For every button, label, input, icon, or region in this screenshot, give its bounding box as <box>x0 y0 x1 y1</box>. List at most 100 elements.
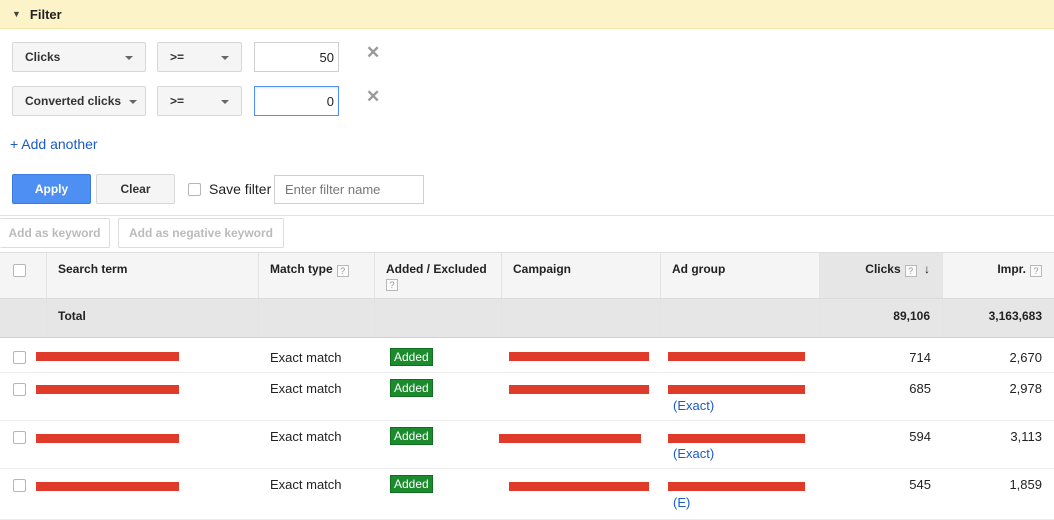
match-type-cell: Exact match <box>270 429 342 444</box>
total-label: Total <box>47 299 259 337</box>
match-type-cell: Exact match <box>270 350 342 365</box>
row-checkbox-cell <box>0 373 47 420</box>
collapse-triangle-icon[interactable]: ▼ <box>12 9 21 19</box>
impr-cell: 2,670 <box>1009 350 1042 365</box>
row-checkbox[interactable] <box>13 383 26 396</box>
ad-group-link-suffix[interactable]: (E) <box>673 495 690 510</box>
operator-dropdown-label: >= <box>170 50 185 64</box>
status-badge: Added <box>390 379 433 397</box>
redacted-campaign-link[interactable] <box>509 352 649 361</box>
divider <box>0 215 1054 216</box>
total-blank <box>259 299 375 337</box>
operator-dropdown-1[interactable]: >= <box>157 42 242 72</box>
match-type-cell: Exact match <box>270 381 342 396</box>
chevron-down-icon <box>221 56 229 60</box>
total-blank <box>375 299 502 337</box>
operator-dropdown-2[interactable]: >= <box>157 86 242 116</box>
ad-group-link-suffix[interactable]: (Exact) <box>673 398 714 413</box>
close-icon[interactable]: ✕ <box>366 88 380 105</box>
select-all-checkbox[interactable] <box>13 264 26 277</box>
filter-header[interactable]: ▼ Filter <box>0 0 1054 29</box>
clear-button[interactable]: Clear <box>96 174 175 204</box>
redacted-ad-group-link[interactable] <box>668 385 805 394</box>
table-row[interactable]: Exact match Added 714 2,670 <box>0 342 1054 373</box>
metric-dropdown-2[interactable]: Converted clicks <box>12 86 146 116</box>
status-badge: Added <box>390 475 433 493</box>
total-blank <box>661 299 820 337</box>
header-label: Ad group <box>672 262 726 276</box>
save-filter-label: Save filter <box>209 181 272 197</box>
apply-button[interactable]: Apply <box>12 174 91 204</box>
impr-cell: 3,113 <box>1010 429 1042 444</box>
total-row: Total 89,106 3,163,683 <box>0 299 1054 338</box>
redacted-campaign-link[interactable] <box>499 434 641 443</box>
redacted-search-term <box>36 434 179 443</box>
header-label: Campaign <box>513 262 572 276</box>
row-checkbox-cell <box>0 421 47 468</box>
header-checkbox-cell <box>0 253 47 298</box>
header-clicks[interactable]: Clicks? ↓ <box>820 253 943 298</box>
save-filter-checkbox[interactable] <box>188 183 201 196</box>
clicks-cell: 685 <box>909 381 931 396</box>
header-campaign[interactable]: Campaign <box>502 253 661 298</box>
metric-dropdown-label: Clicks <box>25 50 61 64</box>
header-added-excluded[interactable]: Added / Excluded ? <box>375 253 502 298</box>
header-label: Added / Excluded <box>386 262 487 276</box>
redacted-ad-group-link[interactable] <box>668 352 805 361</box>
match-type-cell: Exact match <box>270 477 342 492</box>
sort-down-arrow-icon: ↓ <box>924 262 930 276</box>
status-cell: Added <box>375 469 502 519</box>
redacted-search-term <box>36 385 179 394</box>
chevron-down-icon <box>125 56 133 60</box>
header-match-type[interactable]: Match type? <box>259 253 375 298</box>
impr-cell: 1,859 <box>1009 477 1042 492</box>
row-checkbox[interactable] <box>13 479 26 492</box>
help-icon[interactable]: ? <box>336 265 349 277</box>
help-icon[interactable]: ? <box>904 265 917 277</box>
metric-dropdown-1[interactable]: Clicks <box>12 42 146 72</box>
status-cell: Added <box>375 421 502 468</box>
total-blank <box>502 299 661 337</box>
row-checkbox[interactable] <box>13 351 26 364</box>
value-input-1[interactable] <box>254 42 339 72</box>
chevron-down-icon <box>221 100 229 104</box>
status-badge: Added <box>390 348 433 366</box>
total-blank <box>0 299 47 337</box>
help-icon[interactable]: ? <box>1030 265 1042 277</box>
table-row[interactable]: Exact match Added (E) 545 1,859 <box>0 469 1054 520</box>
filter-title: Filter <box>29 6 62 22</box>
clicks-cell: 714 <box>909 350 931 365</box>
header-search-term[interactable]: Search term <box>47 253 259 298</box>
redacted-ad-group-link[interactable] <box>668 482 805 491</box>
status-cell: Added <box>375 342 502 372</box>
total-impr: 3,163,683 <box>988 309 1042 323</box>
filter-name-input[interactable] <box>274 175 424 204</box>
ad-group-link-suffix[interactable]: (Exact) <box>673 446 714 461</box>
redacted-campaign-link[interactable] <box>509 385 649 394</box>
value-input-2[interactable] <box>254 86 339 116</box>
close-icon[interactable]: ✕ <box>366 44 380 61</box>
redacted-search-term <box>36 352 179 361</box>
row-checkbox[interactable] <box>13 431 26 444</box>
table-row[interactable]: Exact match Added (Exact) 594 3,113 <box>0 421 1054 469</box>
status-badge: Added <box>390 427 433 445</box>
header-label: Search term <box>58 262 128 276</box>
impr-cell: 2,978 <box>1009 381 1042 396</box>
table-row[interactable]: Exact match Added (Exact) 685 2,978 <box>0 373 1054 421</box>
header-label: Impr. <box>997 262 1026 276</box>
redacted-campaign-link[interactable] <box>509 482 649 491</box>
header-label: Clicks <box>865 262 901 276</box>
operator-dropdown-label: >= <box>170 94 185 108</box>
row-checkbox-cell <box>0 469 47 519</box>
add-as-negative-keyword-button[interactable]: Add as negative keyword <box>118 218 284 248</box>
header-label: Match type <box>270 262 333 276</box>
header-ad-group[interactable]: Ad group <box>661 253 820 298</box>
add-another-link[interactable]: + Add another <box>10 136 98 152</box>
metric-dropdown-label: Converted clicks <box>25 94 122 108</box>
chevron-down-icon <box>129 100 138 104</box>
add-as-keyword-button[interactable]: Add as keyword <box>0 218 110 248</box>
status-cell: Added <box>375 373 502 420</box>
header-impr[interactable]: Impr.? <box>943 253 1054 298</box>
redacted-ad-group-link[interactable] <box>668 434 805 443</box>
help-icon[interactable]: ? <box>386 279 398 291</box>
